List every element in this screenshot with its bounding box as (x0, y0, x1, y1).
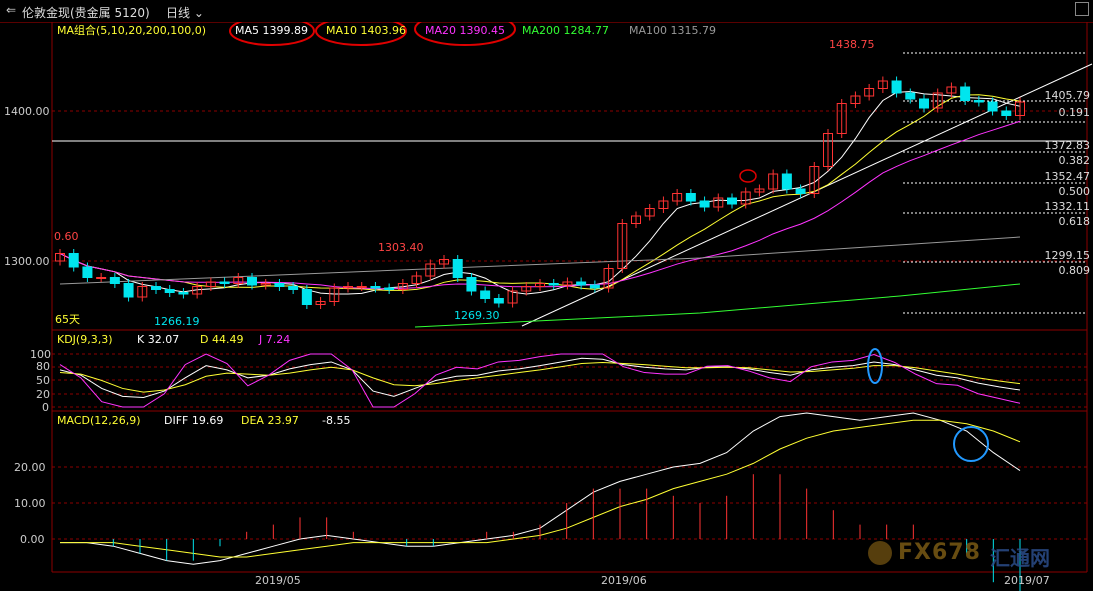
candle-body (68, 253, 79, 268)
ma-group-label[interactable]: MA组合(5,10,20,200,100,0) (57, 24, 206, 37)
kdj-j: J 7.24 (259, 333, 291, 346)
chevron-down-icon: ⌄ (193, 6, 204, 20)
macd-axis-label: 20.00 (14, 461, 46, 474)
macd-label[interactable]: MACD(12,26,9) (57, 414, 141, 427)
kdj-axis-label: 80 (36, 360, 50, 373)
fib-ratio: 0.191 (1058, 106, 1091, 119)
candle-body (164, 289, 175, 293)
instrument-title: 伦敦金现(贵金属 5120) (22, 6, 150, 20)
ma10-value: MA10 1403.96 (326, 24, 406, 37)
candle-body (288, 286, 299, 290)
candle-body (891, 80, 902, 94)
candle-body (1001, 110, 1012, 116)
period-selector[interactable]: 日线 ⌄ (166, 4, 204, 21)
kdj-axis-label: 20 (36, 388, 50, 401)
candle-body (493, 298, 504, 304)
fib-ratio: 0.500 (1058, 185, 1091, 198)
fx678-logo-icon (868, 541, 892, 565)
candle-body (781, 173, 792, 190)
candle-body (466, 277, 477, 292)
candle-body (178, 292, 189, 295)
kdj-d: D 44.49 (200, 333, 244, 346)
ma-line (59, 90, 1021, 295)
candle-body (96, 277, 107, 279)
candle-body (576, 281, 587, 286)
date-label: 2019/07 (1004, 574, 1050, 587)
peak-annotation: 1303.40 (378, 241, 424, 254)
candle-body (370, 286, 381, 289)
close-icon[interactable] (1075, 2, 1089, 16)
ma100-value: MA100 1315.79 (629, 24, 716, 37)
price-axis-label: 1300.00 (4, 255, 50, 268)
days-label: 65天 (55, 313, 80, 326)
candle-body (356, 286, 367, 288)
fib-price: 1332.11 (1044, 200, 1091, 213)
candle-body (247, 277, 257, 286)
candle-body (548, 283, 559, 286)
candle-body (973, 100, 984, 103)
fib-ratio: 0.809 (1058, 264, 1091, 277)
macd-axis-label: 0.00 (20, 533, 45, 546)
ma200-line (414, 283, 1021, 328)
candle-body (109, 277, 120, 284)
macd-hist: -8.55 (322, 414, 351, 427)
candle-body (301, 289, 312, 305)
candle-body (685, 193, 696, 202)
candle-body (82, 266, 93, 278)
watermark-text: FX678 (898, 540, 981, 565)
back-arrow-icon[interactable]: ⇐ (6, 3, 16, 17)
chart-header: ⇐ 伦敦金现(贵金属 5120) 日线 ⌄ (0, 0, 1093, 23)
ma20-value: MA20 1390.45 (425, 24, 505, 37)
candle-body (589, 284, 600, 289)
candle-body (699, 200, 710, 208)
kdj-axis-label: 0 (42, 401, 49, 414)
candle-body (919, 98, 929, 109)
macd-dea: DEA 23.97 (241, 414, 299, 427)
date-label: 2019/05 (255, 574, 301, 587)
ma200-value: MA200 1284.77 (522, 24, 609, 37)
candle-body (727, 197, 737, 205)
candle-body (905, 92, 916, 100)
kdj-axis-label: 50 (36, 374, 50, 387)
candle-body (123, 283, 134, 298)
candle-body (384, 287, 395, 290)
candle-body (274, 283, 285, 287)
candle-body (151, 286, 161, 290)
candle-body (987, 101, 998, 112)
kdj-line (59, 357, 1021, 398)
fib-price: 1352.47 (1044, 170, 1091, 183)
candle-body (480, 290, 491, 299)
high-annotation: 1438.75 (829, 38, 875, 51)
ma5-value: MA5 1399.89 (235, 24, 308, 37)
fib-ratio: 0.382 (1058, 154, 1091, 167)
macd-diff: DIFF 19.69 (164, 414, 224, 427)
highlight-ellipse (739, 169, 757, 183)
candle-body (219, 281, 230, 284)
kdj-k: K 32.07 (137, 333, 180, 346)
left-value: 0.60 (54, 230, 79, 243)
low-annotation: 1269.30 (454, 309, 500, 322)
candle-body (452, 259, 463, 278)
candle-body (960, 86, 971, 101)
date-label: 2019/06 (601, 574, 647, 587)
kline-chart[interactable] (0, 22, 1093, 591)
fib-price: 1299.15 (1044, 249, 1091, 262)
fib-price: 1405.79 (1044, 89, 1091, 102)
price-axis-label: 1400.00 (4, 105, 50, 118)
fib-price: 1372.83 (1044, 139, 1091, 152)
low-annotation: 1266.19 (154, 315, 200, 328)
kdj-label[interactable]: KDJ(9,3,3) (57, 333, 113, 346)
watermark-text-cn: 汇通网 (990, 546, 1050, 570)
fib-ratio: 0.618 (1058, 215, 1091, 228)
macd-axis-label: 10.00 (14, 497, 46, 510)
candle-body (795, 188, 806, 194)
